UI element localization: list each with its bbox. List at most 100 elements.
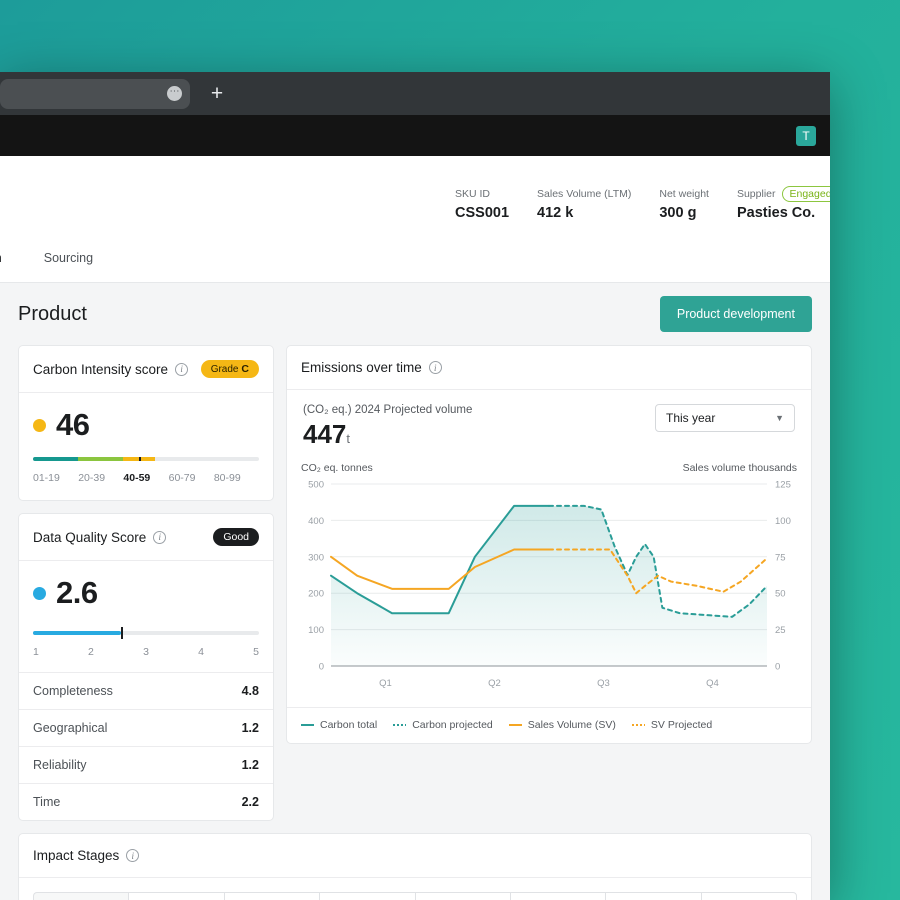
avatar[interactable]: T [796, 125, 816, 146]
quality-marker [121, 627, 124, 639]
legend-item[interactable]: Carbon total [301, 719, 377, 731]
card-title-label: Impact Stages [33, 848, 120, 863]
browser-window: ⋯ + T SKU ID CSS001 Sales Volume (LTM) 4… [0, 72, 830, 900]
nav-tab-main[interactable]: in [0, 251, 2, 276]
stage-tab-retail[interactable]: Retail [509, 892, 606, 900]
card-title: Carbon Intensity score i [33, 361, 189, 377]
carbon-scale: 01-19 20-39 40-59 60-79 80-99 [19, 447, 273, 500]
score-dot [33, 418, 46, 432]
page-title: Product [18, 302, 87, 325]
card-title: Impact Stages i [33, 848, 140, 863]
score-dot [33, 586, 46, 600]
quality-track [33, 627, 259, 639]
legend-label: Sales Volume (SV) [527, 719, 616, 731]
svg-text:75: 75 [775, 552, 786, 563]
quality-score-row: 2.6 [19, 561, 273, 615]
svg-text:200: 200 [308, 589, 324, 600]
quality-score-value: 2.6 [56, 575, 98, 610]
meta-value: 300 g [659, 205, 697, 221]
info-icon[interactable]: i [428, 361, 442, 374]
meta-value: Pasties Co. [736, 205, 816, 221]
nav-tab-sourcing[interactable]: Sourcing [44, 251, 93, 276]
svg-text:100: 100 [775, 516, 791, 527]
scale-range-label: 80-99 [213, 472, 241, 484]
scale-range-label: 40-59 [123, 472, 151, 484]
carbon-score-value: 46 [56, 407, 90, 442]
left-column: Carbon Intensity score i Grade C 46 01-1… [18, 345, 274, 833]
meta-sales-volume: Sales Volume (LTM) 412 k [537, 188, 631, 221]
product-development-button[interactable]: Product development [659, 296, 812, 332]
svg-text:25: 25 [775, 625, 786, 636]
stage-tab-packaging[interactable]: Packaging [319, 892, 415, 900]
card-header: Emissions over time i [287, 346, 811, 390]
meta-supplier: Supplier Engaged ✓ Pasties Co. [736, 186, 831, 221]
card-header: Impact Stages i [19, 834, 811, 878]
metric-value: 1.2 [241, 758, 259, 772]
axis-titles: CO₂ eq. tonnes Sales volume thousands [287, 450, 811, 474]
svg-text:Q2: Q2 [488, 678, 501, 689]
scale-segment [78, 457, 124, 461]
legend-item[interactable]: SV Projected [631, 719, 713, 731]
svg-text:125: 125 [775, 480, 791, 491]
legend-label: SV Projected [650, 719, 713, 731]
scale-range-label: 60-79 [168, 472, 196, 484]
quality-fill [33, 631, 122, 635]
metric-row: Reliability 1.2 [19, 746, 273, 783]
quality-scale: 1 2 3 4 5 [19, 615, 273, 672]
stage-tab-disposal[interactable]: Disposal [700, 892, 797, 900]
svg-text:50: 50 [775, 589, 786, 600]
info-icon[interactable]: i [175, 362, 189, 376]
card-title: Data Quality Score i [33, 530, 167, 545]
emissions-card: Emissions over time i (CO₂ eq.) 2024 Pro… [286, 345, 812, 744]
stage-tab-farming[interactable]: Farming [33, 892, 129, 900]
browser-tab[interactable]: ⋯ [0, 78, 190, 109]
ellipsis-icon[interactable]: ⋯ [167, 86, 182, 101]
period-select-value: This year [666, 411, 716, 425]
data-quality-card: Data Quality Score i Good 2.6 1 2 3 4 5 … [18, 513, 274, 821]
y-axis-title: CO₂ eq. tonnes [301, 462, 373, 474]
legend-swatch [393, 724, 407, 726]
meta-value: 412 k [537, 205, 574, 221]
metric-name: Time [33, 795, 61, 809]
legend-item[interactable]: Sales Volume (SV) [508, 719, 616, 731]
stage-tab-processing[interactable]: Processing [128, 892, 224, 900]
metric-row: Time 2.2 [19, 783, 273, 820]
scale-segment [155, 457, 207, 461]
svg-text:Q3: Q3 [597, 678, 610, 689]
info-icon[interactable]: i [126, 849, 140, 862]
status-badge: Engaged ✓ [781, 186, 831, 202]
card-header: Data Quality Score i Good [19, 514, 273, 561]
quality-tick-label: 3 [143, 646, 149, 658]
quality-tick-label: 2 [88, 646, 94, 658]
legend-item[interactable]: Carbon projected [393, 719, 493, 731]
status-badge-label: Engaged [789, 188, 831, 200]
period-select[interactable]: This year ▼ [655, 404, 795, 432]
scale-segment [206, 457, 259, 461]
carbon-score-row: 46 [19, 393, 273, 447]
carbon-scale-bar [33, 457, 259, 461]
stage-tab-transport[interactable]: Transport [223, 892, 320, 900]
product-meta: SKU ID CSS001 Sales Volume (LTM) 412 k N… [455, 186, 831, 221]
meta-value: CSS001 [455, 205, 510, 221]
quality-metric-list: Completeness 4.8 Geographical 1.2 Reliabilit… [19, 672, 273, 820]
stage-tab-storage[interactable]: Storage [414, 892, 510, 900]
plus-icon[interactable]: + [206, 83, 228, 104]
svg-text:400: 400 [308, 516, 324, 527]
meta-label: Net weight [659, 188, 709, 200]
meta-label: Supplier [736, 188, 776, 200]
page-content: Product Product development Carbon Inten… [0, 283, 830, 900]
info-icon[interactable]: i [153, 530, 167, 544]
page-title-row: Product Product development [18, 283, 812, 345]
svg-text:0: 0 [319, 662, 324, 673]
card-title-label: Emissions over time [301, 360, 422, 375]
stage-tab-in-use[interactable]: In use [605, 892, 701, 900]
metric-name: Geographical [33, 721, 108, 735]
quality-tick-label: 1 [33, 646, 39, 658]
svg-text:0: 0 [775, 662, 780, 673]
carbon-intensity-card: Carbon Intensity score i Grade C 46 01-1… [18, 345, 274, 501]
card-title-label: Carbon Intensity score [33, 361, 169, 377]
meta-net-weight: Net weight 300 g [659, 188, 709, 221]
quality-tick-label: 4 [198, 646, 204, 658]
impact-stages-card: Impact Stages i FarmingProcessingTranspo… [18, 833, 812, 900]
scale-range-label: 01-19 [33, 472, 60, 484]
